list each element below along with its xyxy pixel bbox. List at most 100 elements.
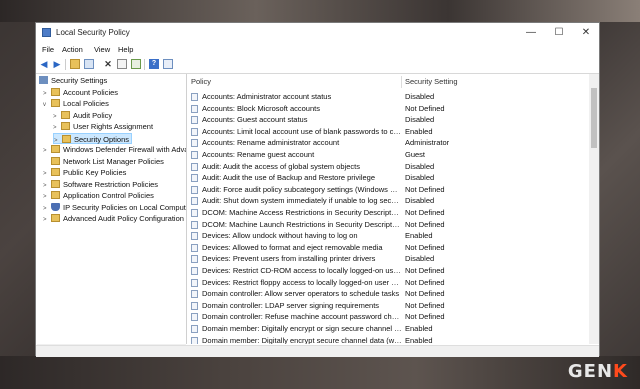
table-row[interactable]: Devices: Prevent users from installing p… <box>188 253 589 265</box>
table-row[interactable]: Accounts: Administrator account status Di… <box>188 91 589 103</box>
table-row[interactable]: Accounts: Rename guest account Guest <box>188 149 589 161</box>
table-row[interactable]: Domain controller: Refuse machine accoun… <box>188 311 589 323</box>
tree-root[interactable]: Security Settings <box>39 75 107 86</box>
table-row[interactable]: Audit: Audit the use of Backup and Resto… <box>188 172 589 184</box>
policy-name: Domain controller: LDAP server signing r… <box>202 300 380 310</box>
up-folder-icon[interactable] <box>70 59 80 69</box>
table-row[interactable]: Devices: Allowed to format and eject rem… <box>188 242 589 254</box>
title-bar[interactable]: Local Security Policy — ☐ ✕ <box>36 23 599 42</box>
policy-icon <box>191 104 198 113</box>
folder-icon <box>51 214 60 222</box>
table-row[interactable]: Accounts: Rename administrator account Ad… <box>188 137 589 149</box>
policy-name: Accounts: Administrator account status <box>202 92 332 101</box>
menu-file[interactable]: File <box>42 45 54 54</box>
policy-icon <box>191 151 198 159</box>
policy-icon <box>191 93 198 101</box>
policy-icon <box>191 336 198 344</box>
policy-icon <box>191 139 198 148</box>
export-list-icon[interactable] <box>131 59 141 69</box>
policy-icon <box>191 313 198 322</box>
security-setting: Not Defined <box>405 103 445 113</box>
show-hide-tree-icon[interactable] <box>84 59 94 69</box>
help-icon[interactable]: ? <box>149 59 159 69</box>
tree-item-software-restriction[interactable]: > Software Restriction Policies <box>43 179 158 190</box>
policy-icon <box>191 267 198 275</box>
tree-label: Network List Manager Policies <box>63 156 164 166</box>
policy-name: Accounts: Limit local account use of bla… <box>202 126 402 136</box>
tree-item-account-policies[interactable]: > Account Policies <box>43 87 118 98</box>
table-row[interactable]: Audit: Audit the access of global system… <box>188 161 589 173</box>
policy-name: Audit: Shut down system immediately if u… <box>202 196 402 206</box>
minimize-button[interactable]: — <box>517 25 545 40</box>
menu-action[interactable]: Action <box>62 45 83 54</box>
table-row[interactable]: Accounts: Guest account status Disabled <box>188 114 589 126</box>
column-header-policy[interactable]: Policy <box>191 74 211 90</box>
policy-name: Accounts: Rename guest account <box>202 150 315 159</box>
tree-item-advanced-audit[interactable]: > Advanced Audit Policy Configuration <box>43 213 184 224</box>
tree-item-network-list[interactable]: Network List Manager Policies <box>43 156 164 167</box>
table-row[interactable]: Audit: Shut down system immediately if u… <box>188 195 589 207</box>
chevron-right-icon[interactable]: > <box>43 215 51 226</box>
column-divider[interactable] <box>401 76 402 88</box>
sort-ascending-icon: ^ <box>292 74 295 77</box>
policy-name: Domain member: Digitally encrypt secure … <box>202 335 402 344</box>
table-row[interactable]: DCOM: Machine Access Restrictions in Sec… <box>188 207 589 219</box>
policy-icon <box>191 255 198 264</box>
table-row[interactable]: Domain controller: LDAP server signing r… <box>188 300 589 312</box>
table-row[interactable]: Devices: Allow undock without having to … <box>188 230 589 242</box>
chevron-down-icon[interactable]: v <box>43 100 51 111</box>
policy-name: Devices: Prevent users from installing p… <box>202 254 376 264</box>
security-setting: Not Defined <box>405 219 445 229</box>
policy-icon <box>191 232 198 241</box>
tree-label: Account Policies <box>63 87 119 97</box>
delete-x-icon[interactable]: ✕ <box>103 59 113 69</box>
table-row[interactable]: Domain member: Digitally encrypt secure … <box>188 335 589 344</box>
folder-icon <box>51 145 60 153</box>
vertical-scrollbar[interactable] <box>589 74 599 344</box>
tree-item-firewall[interactable]: > Windows Defender Firewall with Adva <box>43 144 187 155</box>
security-setting: Enabled <box>405 335 433 344</box>
table-row[interactable]: Accounts: Block Microsoft accounts Not De… <box>188 103 589 115</box>
tree-item-public-key[interactable]: > Public Key Policies <box>43 167 126 178</box>
policy-name: Accounts: Block Microsoft accounts <box>202 103 320 113</box>
policy-name: DCOM: Machine Access Restrictions in Sec… <box>202 208 402 217</box>
watermark-text: GEN <box>567 361 614 382</box>
policy-name: DCOM: Machine Launch Restrictions in Sec… <box>202 219 402 229</box>
tree-label: Windows Defender Firewall with Adva <box>63 145 187 154</box>
tree-item-app-control[interactable]: > Application Control Policies <box>43 190 154 201</box>
maximize-button[interactable]: ☐ <box>545 25 573 40</box>
tree-item-security-options[interactable]: > Security Options <box>53 132 133 144</box>
close-button[interactable]: ✕ <box>572 25 600 40</box>
menu-help[interactable]: Help <box>118 45 133 54</box>
tree-item-user-rights[interactable]: > User Rights Assignment <box>53 121 153 132</box>
back-arrow-icon[interactable]: ◀ <box>39 59 49 69</box>
tree-label: Software Restriction Policies <box>63 179 159 189</box>
table-row[interactable]: DCOM: Machine Launch Restrictions in Sec… <box>188 219 589 231</box>
table-row[interactable]: Audit: Force audit policy subcategory se… <box>188 184 589 196</box>
column-header-setting[interactable]: Security Setting <box>405 74 458 90</box>
security-setting: Disabled <box>405 92 435 101</box>
table-row[interactable]: Domain member: Digitally encrypt or sign… <box>188 323 589 335</box>
security-setting: Not Defined <box>405 312 445 322</box>
scrollbar-thumb[interactable] <box>591 88 597 148</box>
table-row[interactable]: Devices: Restrict floppy access to local… <box>188 277 589 289</box>
policy-icon <box>191 116 198 125</box>
menu-bar: File Action View Help <box>36 43 599 56</box>
table-row[interactable]: Domain controller: Allow server operator… <box>188 288 589 300</box>
security-setting: Not Defined <box>405 242 445 252</box>
table-row[interactable]: Devices: Restrict CD-ROM access to local… <box>188 265 589 277</box>
forward-arrow-icon[interactable]: ▶ <box>52 59 62 69</box>
policy-icon <box>191 174 198 183</box>
policy-name: Audit: Audit the use of Backup and Resto… <box>202 173 376 183</box>
policy-icon <box>191 162 198 171</box>
properties-icon[interactable] <box>117 59 127 69</box>
console-icon[interactable] <box>163 59 173 69</box>
tree-item-local-policies[interactable]: v Local Policies <box>43 98 109 109</box>
security-setting: Disabled <box>405 115 435 125</box>
menu-view[interactable]: View <box>94 45 110 54</box>
security-setting: Disabled <box>405 196 435 206</box>
tree-item-ip-security[interactable]: > IP Security Policies on Local Compute <box>43 202 186 213</box>
tree-item-audit-policy[interactable]: > Audit Policy <box>53 110 112 121</box>
policy-icon <box>191 209 198 217</box>
table-row[interactable]: Accounts: Limit local account use of bla… <box>188 126 589 138</box>
